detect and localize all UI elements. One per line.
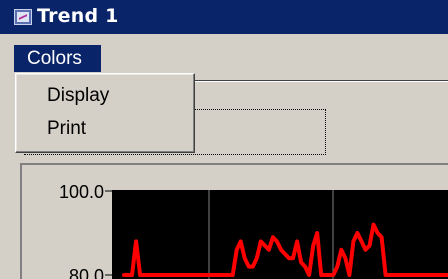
trend-chart-panel: 100.0 80.0 — [20, 163, 448, 279]
menu-colors[interactable]: Colors — [14, 45, 101, 72]
trend-chart: 100.0 80.0 — [59, 182, 448, 279]
title-bar[interactable]: Trend 1 — [0, 0, 448, 34]
menu-item-print[interactable]: Print — [16, 113, 194, 145]
panel-divider — [178, 80, 448, 82]
colors-dropdown-menu: Display Print — [15, 73, 195, 153]
y-tick-label: 100.0 — [59, 182, 104, 202]
menu-item-display[interactable]: Display — [16, 80, 194, 112]
trend-window-icon[interactable] — [14, 9, 32, 25]
window-title: Trend 1 — [37, 5, 119, 27]
plot-area — [112, 190, 448, 279]
y-tick-label: 80.0 — [69, 266, 104, 279]
